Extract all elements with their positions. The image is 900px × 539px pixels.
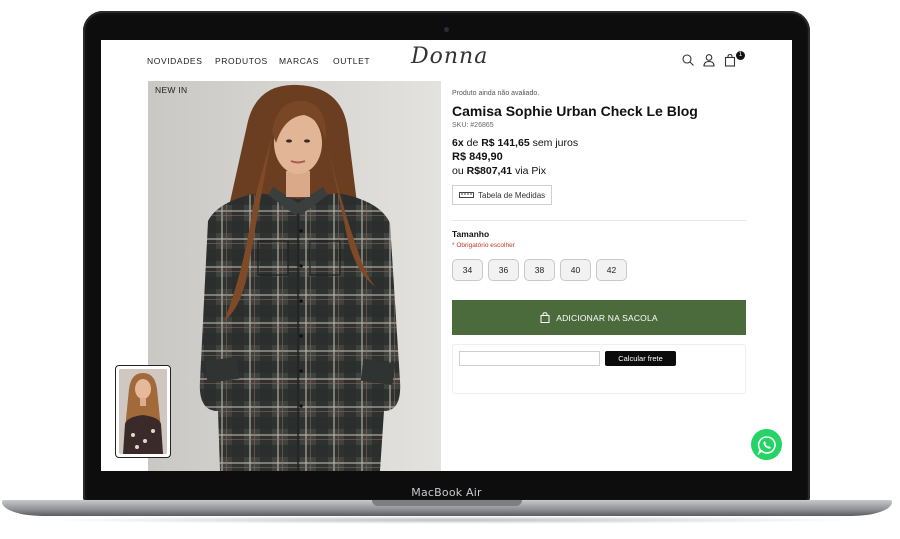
freight-calculator: Calcular frete (452, 344, 746, 394)
installment-value: R$ 141,65 (481, 137, 530, 149)
add-to-bag-button[interactable]: ADICIONAR NA SACOLA (452, 300, 746, 335)
size-option-42[interactable]: 42 (596, 259, 627, 281)
search-icon[interactable] (681, 53, 695, 67)
product-thumbnail[interactable] (115, 365, 171, 458)
installment-suffix: sem juros (529, 137, 579, 149)
new-in-badge: NEW IN (155, 85, 188, 95)
brand-logo[interactable]: Donna (411, 44, 488, 69)
add-to-bag-label: ADICIONAR NA SACOLA (556, 312, 658, 323)
size-chart-button[interactable]: Tabela de Medidas (452, 185, 553, 205)
product-main-image[interactable]: NEW IN (148, 81, 441, 471)
browser-screen: NOVIDADES PRODUTOS MARCAS OUTLET Donna 1 (101, 40, 792, 471)
size-option-34[interactable]: 34 (452, 259, 483, 281)
nav-produtos[interactable]: PRODUTOS (215, 56, 268, 66)
product-title: Camisa Sophie Urban Check Le Blog (452, 103, 698, 119)
nav-outlet[interactable]: OUTLET (333, 56, 370, 66)
size-heading: Tamanho (452, 229, 490, 239)
nav-novidades[interactable]: NOVIDADES (147, 56, 202, 66)
bag-icon (540, 312, 550, 323)
installment-price: 6x de R$ 141,65 sem juros (452, 137, 746, 149)
laptop-shadow (40, 516, 860, 524)
whatsapp-button[interactable] (751, 429, 782, 460)
pix-prefix: ou (452, 165, 467, 177)
ruler-icon (459, 192, 474, 198)
size-option-38[interactable]: 38 (524, 259, 555, 281)
pix-suffix: via Pix (512, 165, 546, 177)
shopping-bag-icon[interactable] (723, 53, 737, 67)
full-price: R$ 849,90 (452, 151, 503, 163)
installment-word: de (463, 137, 482, 149)
size-chart-label: Tabela de Medidas (478, 190, 546, 200)
installment-count: 6x (452, 137, 464, 149)
size-options: 34 36 38 40 42 (452, 259, 746, 281)
laptop-base-notch (372, 500, 522, 506)
postal-code-input[interactable] (459, 351, 600, 366)
calculate-freight-button[interactable]: Calcular frete (605, 351, 676, 366)
size-option-36[interactable]: 36 (488, 259, 519, 281)
size-option-40[interactable]: 40 (560, 259, 591, 281)
thumbnail-image (119, 369, 167, 454)
pix-value: R$807,41 (466, 165, 513, 177)
rating-status: Produto ainda não avaliado. (452, 90, 540, 97)
nav-marcas[interactable]: MARCAS (279, 56, 319, 66)
user-icon[interactable] (702, 53, 716, 67)
product-sku: SKU: #26865 (452, 122, 494, 129)
cart-count-badge: 1 (736, 51, 745, 60)
device-label: MacBook Air (411, 486, 482, 499)
pix-price: ou R$807,41 via Pix (452, 165, 746, 177)
whatsapp-icon (757, 435, 776, 455)
product-info: Produto ainda não avaliado. Camisa Sophi… (452, 90, 746, 394)
model-photo (148, 81, 441, 471)
size-required-note: * Obrigatório escolher (452, 242, 515, 249)
divider (452, 220, 746, 221)
camera-dot (444, 27, 449, 32)
